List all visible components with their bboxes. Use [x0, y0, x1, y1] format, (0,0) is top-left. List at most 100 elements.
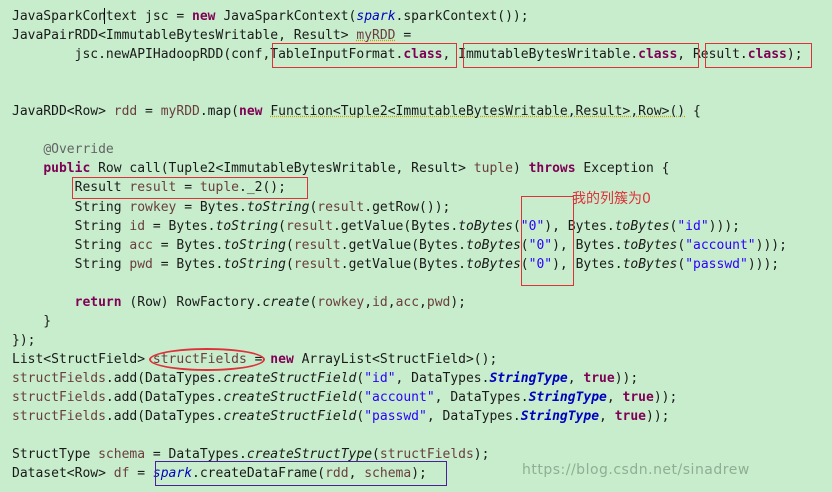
code-token: toBytes	[622, 256, 678, 272]
code-line[interactable]: List<StructField> structFields = new Arr…	[12, 350, 497, 369]
code-line[interactable]: JavaPairRDD<ImmutableBytesWritable, Resu…	[12, 26, 411, 45]
code-token: @Override	[43, 142, 114, 158]
code-token: "id"	[364, 370, 396, 386]
code-token: spark	[356, 9, 396, 24]
code-token: {	[685, 104, 701, 120]
code-token: String	[12, 256, 130, 272]
code-token: new	[192, 9, 216, 24]
code-line[interactable]: String id = Bytes.toString(result.getVal…	[12, 217, 740, 236]
code-token: ), Bytes.	[544, 218, 615, 234]
code-token: =	[137, 104, 161, 120]
code-token: ,	[364, 294, 373, 310]
code-token: "0"	[528, 256, 553, 272]
code-token: createStructField	[223, 409, 357, 425]
code-line[interactable]: String acc = Bytes.toString(result.getVa…	[12, 236, 787, 255]
code-token: = DataTypes.	[145, 447, 247, 463]
code-token: "id"	[677, 218, 709, 234]
code-token: tuple	[473, 161, 513, 177]
code-token: jsc.newAPIHadoopRDD(conf,TableInputForma…	[12, 47, 404, 63]
code-token: structFields	[379, 447, 474, 463]
code-line[interactable]: Result result = tuple._2();	[12, 178, 286, 197]
code-token: true	[622, 390, 654, 405]
code-line[interactable]: jsc.newAPIHadoopRDD(conf,TableInputForma…	[12, 45, 803, 64]
code-line[interactable]: structFields.add(DataTypes.createStructF…	[12, 407, 670, 426]
code-token: );	[473, 447, 490, 463]
code-token: toBytes	[458, 218, 513, 234]
code-token: acc	[395, 294, 420, 310]
code-token: myRDD	[356, 28, 396, 44]
code-token: (	[520, 237, 529, 253]
code-token: toString	[223, 237, 286, 253]
code-token: (	[512, 218, 521, 234]
code-editor[interactable]: JavaSparkContext jsc = new JavaSparkCont…	[0, 0, 832, 492]
code-token: new	[239, 104, 263, 120]
code-line[interactable]: Dataset<Row> df = spark.createDataFrame(…	[12, 464, 427, 483]
code-token: =	[246, 351, 271, 367]
code-token: structFields	[12, 409, 106, 425]
code-token: "passwd"	[685, 256, 748, 272]
code-line[interactable]: });	[12, 331, 35, 350]
code-token: .add(DataTypes.	[105, 409, 224, 425]
code-token: )));	[755, 237, 787, 253]
code-token: Exception {	[575, 161, 670, 177]
column-family-note: 我的列簇为0	[572, 191, 651, 207]
code-token: rdd	[113, 104, 138, 120]
code-token: String	[12, 237, 130, 253]
code-token: );	[450, 294, 467, 310]
code-line[interactable]: structFields.add(DataTypes.createStructF…	[12, 388, 677, 407]
code-token: String	[12, 218, 130, 234]
code-line[interactable]: StructType schema = DataTypes.createStru…	[12, 445, 489, 464]
code-token: result	[293, 237, 341, 253]
code-token: new	[270, 351, 294, 367]
code-line[interactable]: JavaRDD<Row> rdd = myRDD.map(new Functio…	[12, 102, 701, 121]
code-token: JavaSparkContext(	[215, 9, 357, 24]
code-token: toBytes	[466, 237, 521, 253]
code-token: rowkey	[129, 199, 177, 215]
code-token: "0"	[520, 218, 545, 234]
code-token: )	[512, 161, 529, 177]
code-token: createStructType	[246, 447, 373, 463]
code-token: );	[786, 47, 803, 63]
text-cursor	[104, 8, 105, 24]
code-token: ), Bytes.	[552, 256, 623, 272]
code-token: df	[113, 466, 130, 482]
code-token: schema	[98, 447, 146, 463]
code-token: (Row) RowFactory.	[121, 294, 263, 310]
code-token: toString	[246, 199, 310, 215]
code-token: .map(	[199, 104, 239, 120]
code-token: myRDD	[160, 104, 200, 120]
code-token: class	[403, 47, 443, 63]
code-line[interactable]: return (Row) RowFactory.create(rowkey,id…	[12, 293, 466, 312]
code-token: createStructField	[223, 390, 357, 405]
code-line[interactable]: public Row call(Tuple2<ImmutableBytesWri…	[12, 159, 669, 178]
code-token: result	[317, 199, 365, 215]
code-token: , Result.	[677, 47, 748, 63]
code-token: "passwd"	[364, 409, 427, 425]
code-token: , DataTypes.	[395, 370, 490, 386]
code-token: "0"	[528, 237, 553, 253]
code-token: = Bytes.	[145, 218, 216, 234]
code-line[interactable]: String pwd = Bytes.toString(result.getVa…	[12, 255, 780, 274]
code-line[interactable]: @Override	[12, 140, 114, 159]
code-token: ));	[614, 370, 639, 386]
code-token: =	[176, 180, 200, 196]
code-token: structFields	[152, 351, 247, 367]
code-token: id	[372, 294, 388, 310]
code-token: pwd	[129, 256, 153, 272]
code-token: JavaPairRDD<ImmutableBytesWritable, Resu…	[12, 28, 357, 44]
code-token: = Bytes.	[152, 237, 224, 253]
code-line[interactable]: JavaSparkContext jsc = new JavaSparkCont…	[12, 7, 529, 26]
code-token: "account"	[685, 237, 756, 253]
code-token: }	[12, 313, 52, 329]
code-line[interactable]: structFields.add(DataTypes.createStructF…	[12, 369, 638, 388]
code-token: ,	[419, 294, 427, 310]
code-token: , DataTypes.	[434, 390, 529, 405]
code-token: StringType	[528, 390, 607, 405]
code-token: true	[583, 370, 615, 386]
code-line[interactable]: String rowkey = Bytes.toString(result.ge…	[12, 198, 451, 217]
code-line[interactable]: }	[12, 312, 51, 331]
code-token: JavaRDD<Row>	[12, 104, 114, 120]
code-token: .sparkContext());	[395, 9, 529, 24]
code-token: create	[262, 294, 310, 310]
